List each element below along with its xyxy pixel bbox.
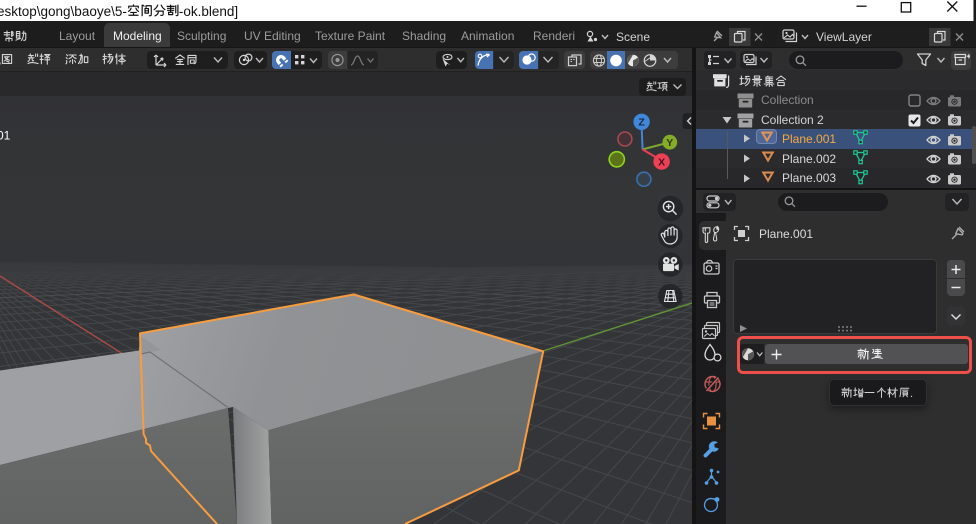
svg-text:01: 01 xyxy=(0,129,11,143)
svg-text:Z: Z xyxy=(638,117,645,129)
svg-text:Y: Y xyxy=(666,137,673,149)
svg-text:X: X xyxy=(658,156,665,168)
